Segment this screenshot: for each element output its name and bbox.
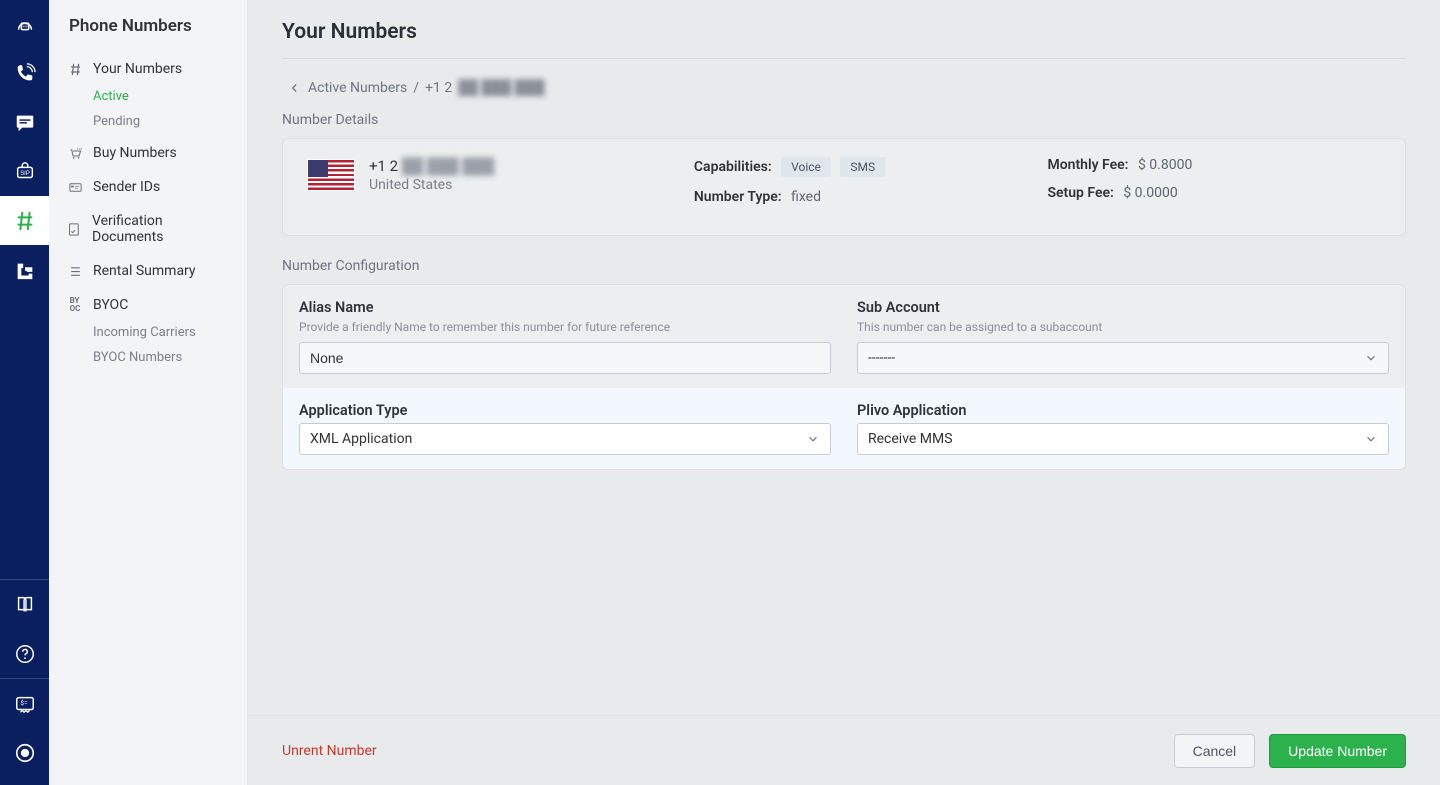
divider [282,58,1406,59]
byoc-icon: BYOC [67,297,83,313]
update-number-button[interactable]: Update Number [1269,734,1406,768]
monthly-fee-label: Monthly Fee: [1047,157,1128,173]
sidebar: Phone Numbers Your Numbers Active Pendin… [49,0,248,785]
monthly-fee-value: $ 0.8000 [1138,157,1192,173]
cancel-button[interactable]: Cancel [1174,734,1256,768]
sidebar-title: Phone Numbers [69,16,247,36]
capability-sms: SMS [840,157,885,177]
document-check-icon [67,221,82,237]
nav-voice-icon[interactable] [0,49,49,98]
nav-account-icon[interactable] [0,728,49,777]
sidebar-item-your-numbers[interactable]: Your Numbers [49,54,247,84]
sidebar-item-label: Rental Summary [93,263,196,279]
sidebar-item-byoc[interactable]: BYOC BYOC [49,290,247,320]
sidebar-item-label: BYOC [93,297,128,313]
page-title: Your Numbers [282,20,1406,44]
app-type-label: Application Type [299,402,831,419]
sidebar-item-sender-ids[interactable]: Sender IDs [49,172,247,202]
breadcrumb-sep: / [413,80,419,96]
chevron-down-icon [1364,432,1378,446]
section-label-number-config: Number Configuration [282,258,1406,274]
plivo-app-label: Plivo Application [857,402,1389,419]
setup-fee-label: Setup Fee: [1047,185,1113,201]
nav-docs-icon[interactable] [0,580,49,629]
app-type-value: XML Application [310,431,412,447]
footer: Unrent Number Cancel Update Number [248,715,1440,785]
number-type-value: fixed [791,189,821,205]
sidebar-item-verification-docs[interactable]: Verification Documents [49,206,247,252]
alias-help: Provide a friendly Name to remember this… [299,320,831,334]
breadcrumb[interactable]: Active Numbers / +1 2 ██ ███ ███ [288,79,1406,96]
list-icon [67,263,83,279]
number-config-card: Alias Name Provide a friendly Name to re… [282,284,1406,470]
sidebar-item-rental-summary[interactable]: Rental Summary [49,256,247,286]
number-details-card: +1 2 ██ ███ ███ United States Capabiliti… [282,138,1406,236]
sidebar-item-label: Sender IDs [93,179,160,195]
capabilities-label: Capabilities: [694,159,772,175]
chevron-down-icon [806,432,820,446]
svg-text:123: 123 [76,146,81,150]
sidebar-sub-incoming-carriers[interactable]: Incoming Carriers [49,320,247,345]
sidebar-item-label: Verification Documents [92,213,227,245]
breadcrumb-number-prefix: +1 2 [425,80,452,96]
chevron-down-icon [1364,351,1378,365]
unrent-number-link[interactable]: Unrent Number [282,743,377,759]
breadcrumb-back: Active Numbers [308,80,407,96]
nav-sip-icon[interactable]: SIP [0,147,49,196]
chevron-left-icon [288,81,302,95]
phone-number-redacted: ██ ███ ███ [402,157,494,175]
main: Your Numbers Active Numbers / +1 2 ██ ██… [248,0,1440,785]
sidebar-item-buy-numbers[interactable]: 123 Buy Numbers [49,138,247,168]
alias-input[interactable] [299,342,831,374]
plivo-app-value: Receive MMS [868,431,953,447]
app-type-select[interactable]: XML Application [299,423,831,455]
flag-us-icon [307,159,355,191]
sidebar-sub-byoc-numbers[interactable]: BYOC Numbers [49,345,247,370]
nav-billing-icon[interactable]: $= [0,679,49,728]
subaccount-label: Sub Account [857,299,1389,316]
subaccount-value: ------- [868,350,895,366]
brand-logo-icon[interactable] [0,0,49,49]
capability-voice: Voice [781,157,831,177]
setup-fee-value: $ 0.0000 [1123,185,1177,201]
nav-trunking-icon[interactable] [0,245,49,294]
phone-number-country: United States [369,177,494,193]
svg-text:$=: $= [20,698,28,706]
plivo-app-select[interactable]: Receive MMS [857,423,1389,455]
sidebar-item-label: Your Numbers [93,61,182,77]
subaccount-select[interactable]: ------- [857,342,1389,374]
nav-help-icon[interactable] [0,629,49,678]
id-icon [67,179,83,195]
breadcrumb-number-redacted: ██ ███ ███ [458,79,544,96]
svg-text:SIP: SIP [20,170,30,176]
number-type-label: Number Type: [694,189,782,205]
nav-messaging-icon[interactable] [0,98,49,147]
phone-number-prefix: +1 2 [369,157,398,175]
alias-label: Alias Name [299,299,831,316]
section-label-number-details: Number Details [282,112,1406,128]
global-nav-rail: SIP $= [0,0,49,785]
sidebar-item-label: Buy Numbers [93,145,177,161]
sidebar-sub-pending[interactable]: Pending [49,109,247,134]
cart-icon: 123 [67,145,83,161]
subaccount-help: This number can be assigned to a subacco… [857,320,1389,334]
hash-icon [67,61,83,77]
sidebar-sub-active[interactable]: Active [49,84,247,109]
nav-phone-numbers-icon[interactable] [0,196,49,245]
